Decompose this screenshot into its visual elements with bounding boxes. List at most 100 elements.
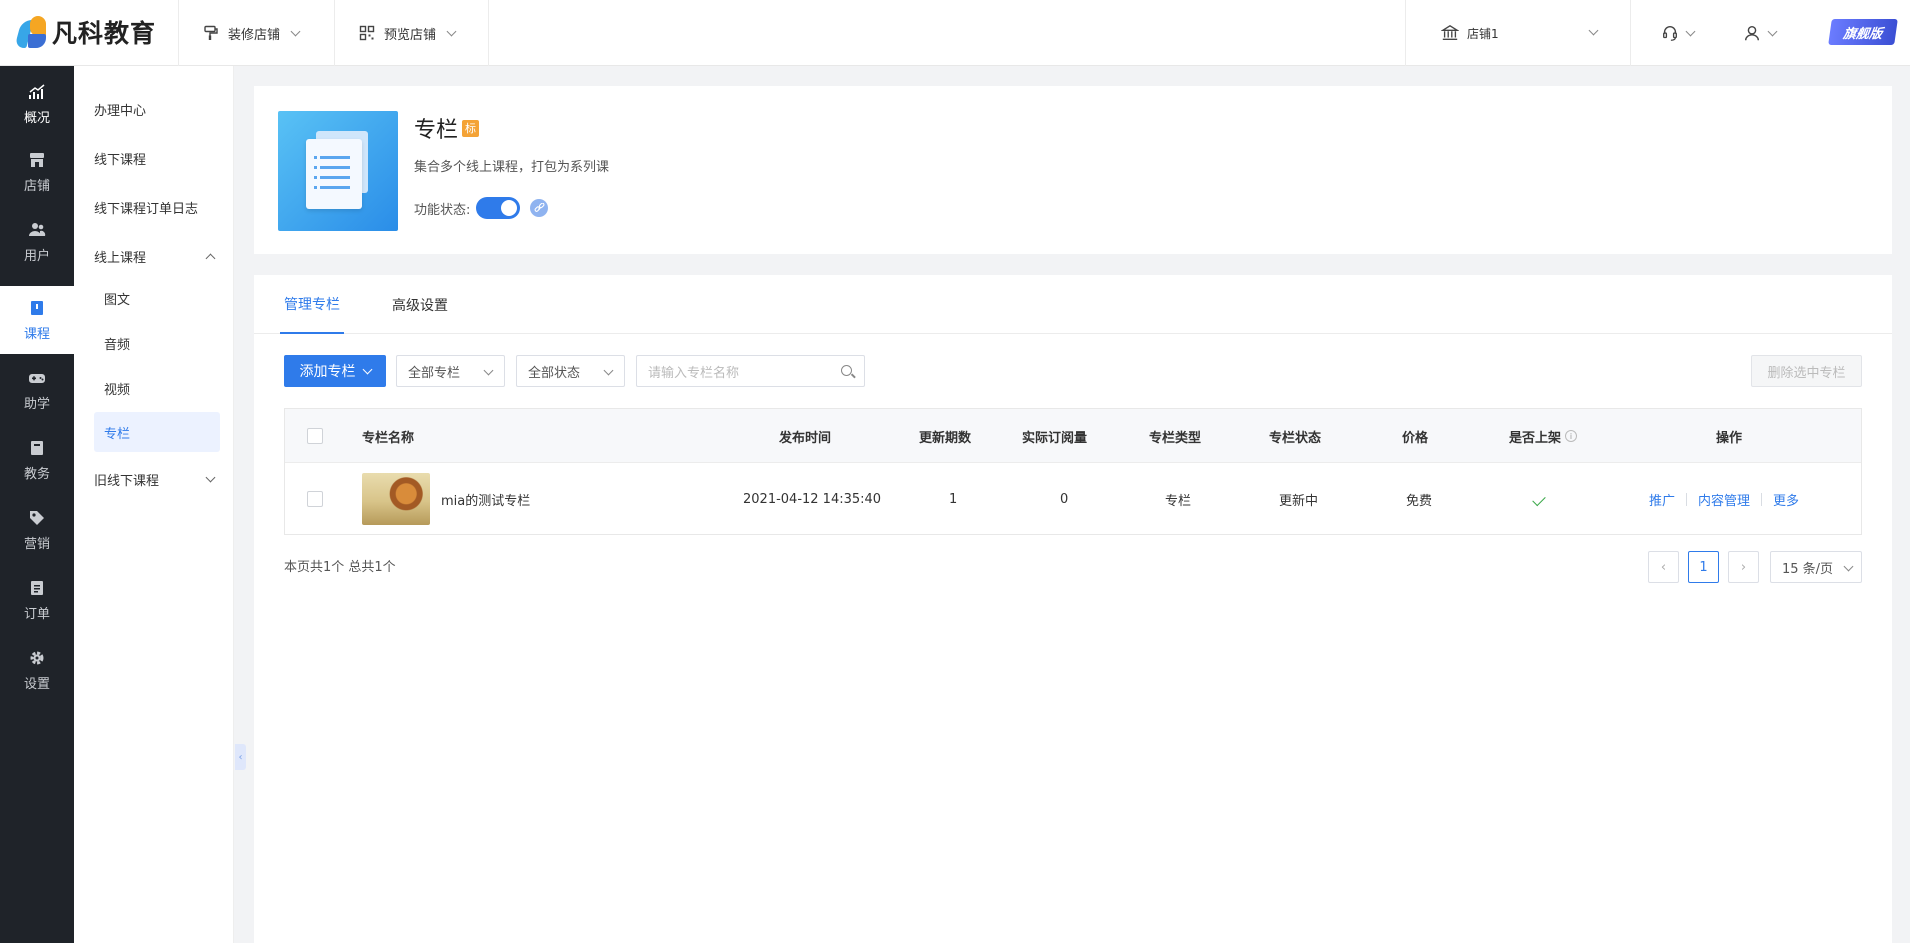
column-name[interactable]: mia的测试专栏	[441, 490, 530, 509]
link-icon[interactable]	[530, 199, 549, 217]
chevron-up-icon	[205, 253, 216, 264]
course-subnav: 办理中心 线下课程 线下课程订单日志 线上课程 图文 音频 视频 专栏 旧线下课…	[74, 66, 234, 943]
feature-status-toggle[interactable]	[476, 197, 521, 219]
tab-advanced-settings[interactable]: 高级设置	[392, 275, 448, 334]
notebook-icon	[27, 438, 47, 458]
bank-icon	[1441, 24, 1459, 42]
header-listed: 是否上架 i	[1509, 409, 1578, 463]
header-periods: 更新期数	[919, 430, 972, 446]
promote-link[interactable]: 推广	[1649, 490, 1675, 509]
info-icon[interactable]: i	[1565, 430, 1578, 442]
paint-roller-icon	[202, 24, 220, 42]
subnav-item-articles[interactable]: 图文	[94, 278, 220, 318]
feature-description: 集合多个线上课程，打包为系列课	[414, 160, 610, 175]
brand-logo[interactable]: 凡科教育	[14, 12, 156, 52]
check-icon	[1532, 492, 1546, 506]
column-filter-value: 全部专栏	[408, 365, 461, 381]
subnav-item-audio[interactable]: 音频	[94, 323, 220, 363]
column-filter-select[interactable]: 全部专栏	[396, 355, 505, 387]
support-menu[interactable]	[1661, 0, 1696, 66]
chevron-down-icon	[1685, 26, 1696, 36]
select-all-checkbox[interactable]	[307, 428, 323, 444]
subnav-item-online-courses[interactable]: 线上课程	[94, 236, 220, 276]
status-filter-select[interactable]: 全部状态	[516, 355, 625, 387]
chevron-down-icon	[446, 26, 457, 36]
page-number-button[interactable]: 1	[1688, 551, 1719, 583]
row-checkbox[interactable]	[307, 491, 323, 507]
delete-selected-button[interactable]: 删除选中专栏	[1751, 355, 1862, 387]
header-status: 专栏状态	[1269, 430, 1322, 446]
sidebar-item-courses[interactable]: 课程	[0, 286, 74, 354]
search-icon[interactable]	[841, 365, 852, 376]
header-price: 价格	[1402, 430, 1429, 446]
chart-icon	[27, 82, 47, 102]
sidebar-item-academic[interactable]: 教务	[0, 426, 74, 494]
sidebar-item-learning[interactable]: 助学	[0, 356, 74, 424]
header-listed-text: 是否上架	[1509, 430, 1562, 446]
headset-icon	[1661, 24, 1679, 42]
user-icon	[1743, 24, 1761, 42]
chevron-down-icon	[290, 26, 301, 36]
collapse-sidebar-handle[interactable]: ‹	[235, 744, 246, 770]
more-link[interactable]: 更多	[1773, 490, 1799, 509]
divider	[334, 0, 335, 66]
prev-page-button[interactable]: ‹	[1648, 551, 1679, 583]
feature-status-row: 功能状态:	[414, 197, 549, 219]
gamepad-icon	[27, 368, 47, 388]
column-search-input[interactable]: 请输入专栏名称	[636, 355, 865, 387]
subnav-item-label: 旧线下课程	[94, 473, 160, 489]
sidebar-item-marketing[interactable]: 营销	[0, 496, 74, 564]
gear-icon	[27, 648, 47, 668]
divider	[1761, 492, 1763, 506]
column-cover-thumbnail[interactable]	[362, 473, 430, 525]
header-type: 专栏类型	[1149, 430, 1202, 446]
sidebar-item-label: 营销	[23, 537, 50, 552]
subnav-item-label: 线下课程	[94, 152, 147, 168]
column-feature-cover	[278, 111, 398, 231]
sidebar-item-label: 店铺	[23, 179, 50, 194]
sidebar-item-overview[interactable]: 概况	[0, 70, 74, 138]
subnav-item-offline-courses[interactable]: 线下课程	[94, 138, 220, 178]
qrcode-icon	[358, 24, 376, 42]
chevron-down-icon	[362, 364, 372, 374]
subnav-item-service-center[interactable]: 办理中心	[94, 89, 220, 129]
sidebar-item-store[interactable]: 店铺	[0, 138, 74, 206]
tab-label: 高级设置	[392, 297, 448, 314]
pagination-summary: 本页共1个 总共1个	[284, 560, 396, 575]
sidebar-item-label: 助学	[23, 397, 50, 412]
sidebar-item-label: 设置	[23, 677, 50, 692]
account-menu[interactable]	[1743, 0, 1778, 66]
header-actions: 操作	[1716, 430, 1743, 446]
row-actions: 推广 内容管理 更多	[1649, 463, 1799, 535]
tab-manage-columns[interactable]: 管理专栏	[280, 275, 344, 334]
tab-label: 管理专栏	[284, 296, 340, 313]
course-icon	[27, 298, 47, 318]
sidebar-item-settings[interactable]: 设置	[0, 636, 74, 704]
sidebar-item-users[interactable]: 用户	[0, 208, 74, 276]
preview-store-menu[interactable]: 预览店铺	[358, 0, 457, 66]
subnav-item-video[interactable]: 视频	[94, 368, 220, 408]
next-page-button[interactable]: ›	[1728, 551, 1759, 583]
content-manage-link[interactable]: 内容管理	[1698, 490, 1750, 509]
subnav-item-legacy-offline[interactable]: 旧线下课程	[94, 459, 220, 499]
subnav-item-columns[interactable]: 专栏	[94, 412, 220, 452]
row-periods: 1	[949, 491, 958, 507]
sidebar-item-orders[interactable]: 订单	[0, 566, 74, 634]
divider	[1630, 0, 1631, 66]
subnav-item-offline-order-log[interactable]: 线下课程订单日志	[94, 187, 220, 227]
document-icon	[306, 139, 362, 209]
store-switcher[interactable]: 店铺1	[1441, 0, 1601, 66]
row-name-cell: mia的测试专栏	[362, 463, 530, 535]
decorate-store-label: 装修店铺	[228, 27, 281, 43]
table-header: 专栏名称 发布时间 更新期数 实际订阅量 专栏类型 专栏状态 价格 是否上架 i…	[285, 409, 1861, 463]
chevron-down-icon	[483, 365, 494, 376]
decorate-store-menu[interactable]: 装修店铺	[202, 0, 301, 66]
page-size-value: 15 条/页	[1782, 561, 1834, 577]
row-listed-cell	[1532, 463, 1546, 535]
divider	[178, 0, 179, 66]
edition-badge[interactable]: 旗舰版	[1828, 19, 1898, 45]
page-size-select[interactable]: 15 条/页	[1770, 551, 1862, 583]
add-column-button[interactable]: 添加专栏	[284, 355, 386, 387]
feature-status-label: 功能状态:	[414, 202, 471, 218]
top-bar: 凡科教育 装修店铺 预览店铺 店铺1 旗舰版	[0, 0, 1910, 66]
